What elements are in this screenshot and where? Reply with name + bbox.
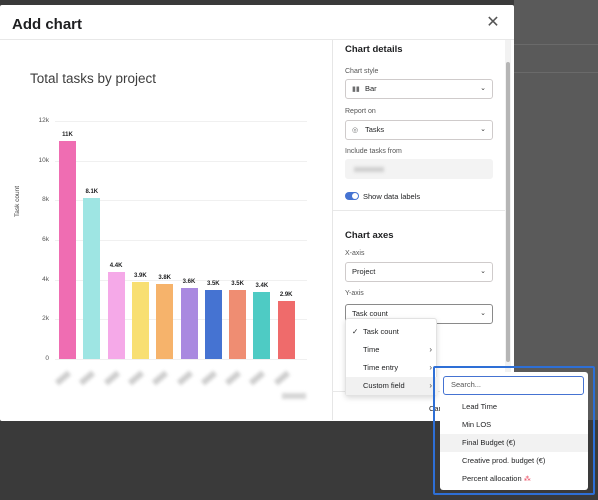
data-label: 3.5K: [206, 280, 220, 287]
chart-style-label: Chart style: [345, 68, 379, 75]
x-axis-select[interactable]: Project ⌄: [345, 262, 493, 282]
chart-style-select[interactable]: ▮▮ Bar ⌄: [345, 79, 493, 99]
x-tick-label-blurred: [273, 370, 290, 386]
x-axis-label: X-axis: [345, 250, 365, 257]
blurred-value: [354, 167, 384, 172]
chevron-down-icon: ⌄: [480, 85, 486, 92]
y-axis-field-label: Y-axis: [345, 290, 364, 297]
chart-details-heading: Chart details: [345, 44, 403, 55]
gridline: [55, 160, 307, 162]
y-axis-label: Task count: [14, 185, 21, 217]
x-tick-label-blurred: [79, 370, 96, 386]
y-tick-label: 2k: [42, 315, 49, 323]
bar[interactable]: [180, 287, 198, 359]
include-tasks-label: Include tasks from: [345, 148, 402, 155]
y-tick-label: 6k: [42, 236, 49, 243]
background-divider: [514, 72, 598, 73]
chevron-right-icon: ›: [429, 381, 432, 390]
gridline: [55, 359, 307, 360]
bar[interactable]: [107, 271, 125, 359]
x-tick-label-blurred: [249, 370, 266, 386]
blurred-axis-caption: [282, 393, 306, 399]
x-tick-label-blurred: [54, 370, 72, 386]
include-tasks-select[interactable]: [345, 159, 493, 179]
menu-item-label: Time entry: [363, 363, 399, 372]
bar[interactable]: [59, 140, 76, 359]
chevron-right-icon: ›: [429, 363, 432, 372]
bar[interactable]: [83, 198, 101, 359]
data-label: 8.1K: [85, 189, 99, 196]
bar[interactable]: [131, 281, 149, 359]
show-data-labels-label: Show data labels: [363, 192, 421, 201]
modal-title: Add chart: [12, 16, 83, 33]
y-axis-value: Task count: [352, 309, 388, 318]
data-label: 3.9K: [134, 272, 147, 279]
y-tick-label: 0: [45, 355, 49, 362]
y-tick-label: 12k: [38, 117, 49, 124]
check-circle-icon: ◎: [352, 127, 359, 134]
bar[interactable]: [253, 291, 271, 359]
x-axis-value: Project: [352, 267, 376, 276]
chevron-right-icon: ›: [429, 345, 432, 354]
panel-scrollbar[interactable]: [505, 40, 511, 380]
report-on-select[interactable]: ◎ Tasks ⌄: [345, 120, 493, 140]
chart-axes-heading: Chart axes: [345, 230, 394, 241]
menu-item-time-entry[interactable]: Time entry ›: [346, 359, 438, 377]
menu-item-task-count[interactable]: ✓ Task count: [346, 323, 438, 341]
data-label: 3.5K: [231, 280, 244, 287]
y-tick-label: 4k: [42, 275, 49, 283]
x-tick-label-blurred: [200, 370, 217, 386]
section-divider: [333, 210, 505, 211]
scrollbar-thumb[interactable]: [506, 62, 510, 362]
chevron-down-icon: ⌄: [480, 268, 486, 275]
x-tick-label-blurred: [225, 370, 242, 386]
background-divider: [514, 44, 598, 45]
bar-chart-icon: ▮▮: [352, 86, 360, 93]
x-tick-label-blurred: [152, 370, 169, 386]
check-icon: ✓: [352, 327, 359, 336]
gridline: [55, 121, 307, 122]
bar[interactable]: [229, 289, 247, 359]
data-label: 3.4K: [255, 282, 269, 289]
close-icon[interactable]: ✕: [484, 14, 502, 32]
menu-item-custom-field[interactable]: Custom field ›: [346, 377, 438, 395]
menu-item-label: Time: [363, 345, 380, 354]
menu-item-label: Task count: [363, 327, 399, 336]
menu-item-time[interactable]: Time ›: [346, 341, 438, 359]
bar[interactable]: [204, 289, 222, 359]
report-on-value: Tasks: [365, 125, 385, 134]
menu-item-label: Custom field: [363, 381, 405, 390]
bar[interactable]: [156, 283, 174, 359]
data-label: 4.4K: [109, 262, 123, 269]
chevron-down-icon: ⌄: [480, 126, 486, 133]
chart-title: Total tasks by project: [30, 71, 157, 86]
x-tick-label-blurred: [176, 370, 193, 386]
chevron-down-icon: ⌄: [480, 310, 486, 317]
data-label: 3.8K: [158, 274, 172, 281]
highlight-frame: [433, 366, 595, 495]
show-data-labels-toggle[interactable]: [345, 192, 359, 200]
background-app-strip: [514, 0, 598, 420]
data-label: 3.6K: [182, 278, 196, 285]
y-axis-dropdown-menu: ✓ Task count Time › Time entry › Custom …: [345, 318, 438, 396]
report-on-label: Report on: [345, 108, 376, 115]
x-tick-label-blurred: [127, 370, 144, 386]
data-label: 2.9K: [279, 292, 293, 299]
chart-style-value: Bar: [365, 84, 377, 93]
toggle-knob: [352, 193, 358, 199]
y-tick-label: 10k: [38, 156, 49, 164]
data-label: 11K: [62, 131, 73, 138]
bar[interactable]: [277, 301, 295, 359]
y-tick-label: 8k: [42, 196, 49, 204]
x-tick-label-blurred: [103, 370, 120, 386]
